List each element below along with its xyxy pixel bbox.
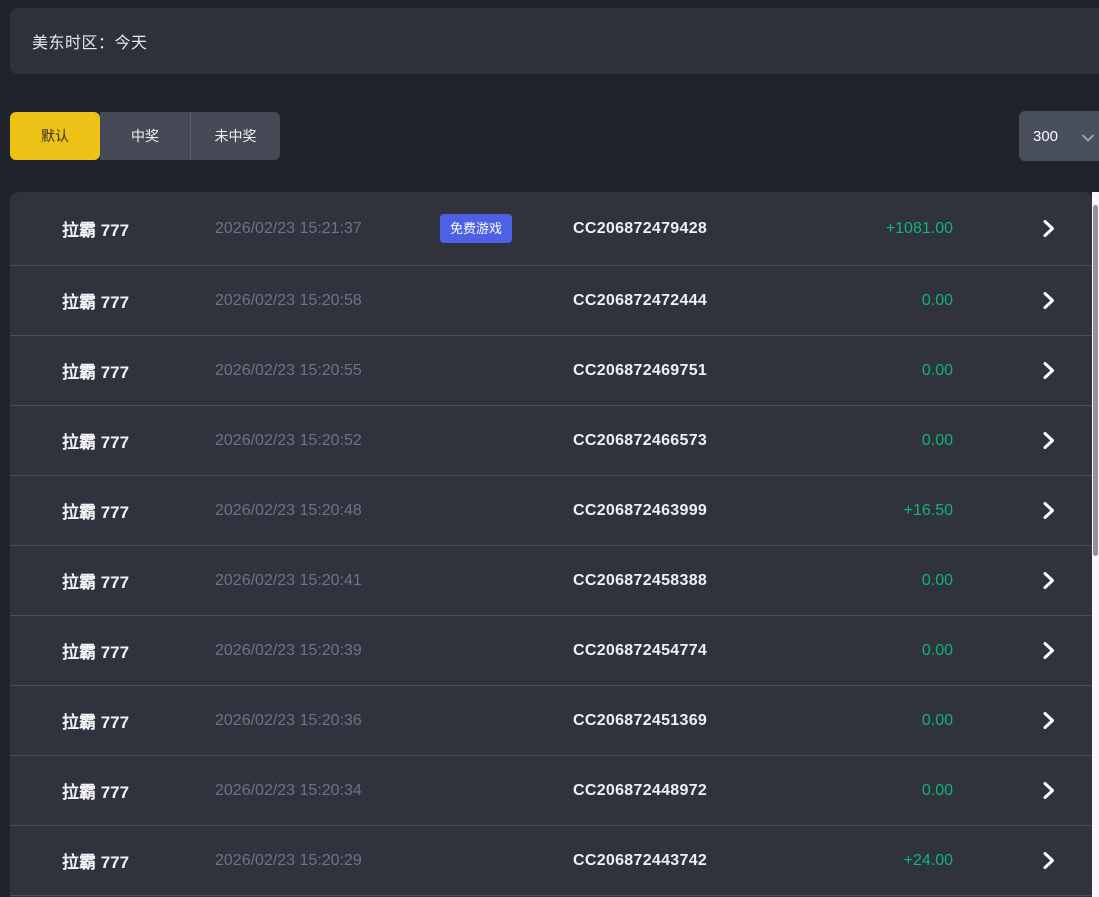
bet-row[interactable]: 拉霸 777 2026/02/23 15:20:41 CC20687245838… [10,546,1092,616]
filter-tabs: 默认 中奖 未中奖 [10,112,280,160]
bet-amount: 0.00 [813,432,953,450]
chevron-right-icon[interactable] [1004,851,1092,870]
bet-id: CC206872458388 [573,572,813,590]
bet-amount: 0.00 [813,782,953,800]
bet-time: 2026/02/23 15:21:37 [215,220,440,238]
game-name: 拉霸 777 [62,708,215,733]
scrollbar-thumb[interactable] [1093,205,1098,556]
game-name: 拉霸 777 [62,428,215,453]
bet-amount: 0.00 [813,362,953,380]
game-name: 拉霸 777 [62,568,215,593]
bet-amount: 0.00 [813,642,953,660]
tab-not-won[interactable]: 未中奖 [190,112,280,160]
bet-time: 2026/02/23 15:20:41 [215,572,440,590]
chevron-right-icon[interactable] [1004,781,1092,800]
chevron-right-icon[interactable] [1004,641,1092,660]
bet-amount: +24.00 [813,852,953,870]
bet-row[interactable]: 拉霸 777 2026/02/23 15:20:58 CC20687247244… [10,266,1092,336]
bet-row[interactable]: 拉霸 777 2026/02/23 15:20:39 CC20687245477… [10,616,1092,686]
game-name: 拉霸 777 [62,848,215,873]
bet-amount: 0.00 [813,292,953,310]
timezone-label: 美东时区：今天 [32,29,148,53]
bet-id: CC206872443742 [573,852,813,870]
bet-time: 2026/02/23 15:20:34 [215,782,440,800]
game-name: 拉霸 777 [62,638,215,663]
bet-amount: 0.00 [813,712,953,730]
page-size-value: 300 [1033,128,1058,145]
game-name: 拉霸 777 [62,778,215,803]
chevron-right-icon[interactable] [1004,711,1092,730]
bet-id: CC206872469751 [573,362,813,380]
chevron-right-icon[interactable] [1004,291,1092,310]
bet-time: 2026/02/23 15:20:48 [215,502,440,520]
bet-amount: 0.00 [813,572,953,590]
bet-time: 2026/02/23 15:20:39 [215,642,440,660]
bet-amount: +1081.00 [813,220,953,238]
chevron-right-icon[interactable] [1004,431,1092,450]
game-name: 拉霸 777 [62,358,215,383]
bet-row[interactable]: 拉霸 777 2026/02/23 15:20:55 CC20687246975… [10,336,1092,406]
bet-id: CC206872466573 [573,432,813,450]
game-name: 拉霸 777 [62,498,215,523]
bet-time: 2026/02/23 15:20:55 [215,362,440,380]
chevron-right-icon[interactable] [1004,361,1092,380]
bet-row[interactable]: 拉霸 777 2026/02/23 15:20:34 CC20687244897… [10,756,1092,826]
bet-id: CC206872463999 [573,502,813,520]
bet-time: 2026/02/23 15:20:29 [215,852,440,870]
game-name: 拉霸 777 [62,216,215,241]
topbar: 美东时区：今天 [10,8,1099,74]
bet-list: 拉霸 777 2026/02/23 15:21:37 免费游戏 CC206872… [10,192,1092,897]
bet-amount: +16.50 [813,502,953,520]
bet-row[interactable]: 拉霸 777 2026/02/23 15:20:29 CC20687244374… [10,826,1092,896]
bet-time: 2026/02/23 15:20:36 [215,712,440,730]
bet-row[interactable]: 拉霸 777 2026/02/23 15:20:52 CC20687246657… [10,406,1092,476]
tab-default[interactable]: 默认 [10,112,100,160]
chevron-right-icon[interactable] [1004,501,1092,520]
chevron-right-icon[interactable] [1004,571,1092,590]
page-size-select[interactable]: 300 [1019,111,1099,161]
bet-row[interactable]: 拉霸 777 2026/02/23 15:20:36 CC20687245136… [10,686,1092,756]
chevron-down-icon [1081,130,1095,148]
bet-time: 2026/02/23 15:20:52 [215,432,440,450]
chevron-right-icon[interactable] [1004,219,1092,238]
bet-time: 2026/02/23 15:20:58 [215,292,440,310]
bet-id: CC206872448972 [573,782,813,800]
bet-id: CC206872451369 [573,712,813,730]
free-game-badge: 免费游戏 [440,214,512,243]
bet-row[interactable]: 拉霸 777 2026/02/23 15:20:48 CC20687246399… [10,476,1092,546]
game-name: 拉霸 777 [62,288,215,313]
bet-id: CC206872472444 [573,292,813,310]
bet-row[interactable]: 拉霸 777 2026/02/23 15:21:37 免费游戏 CC206872… [10,192,1092,266]
tab-won[interactable]: 中奖 [100,112,190,160]
bet-id: CC206872454774 [573,642,813,660]
bet-id: CC206872479428 [573,220,813,238]
